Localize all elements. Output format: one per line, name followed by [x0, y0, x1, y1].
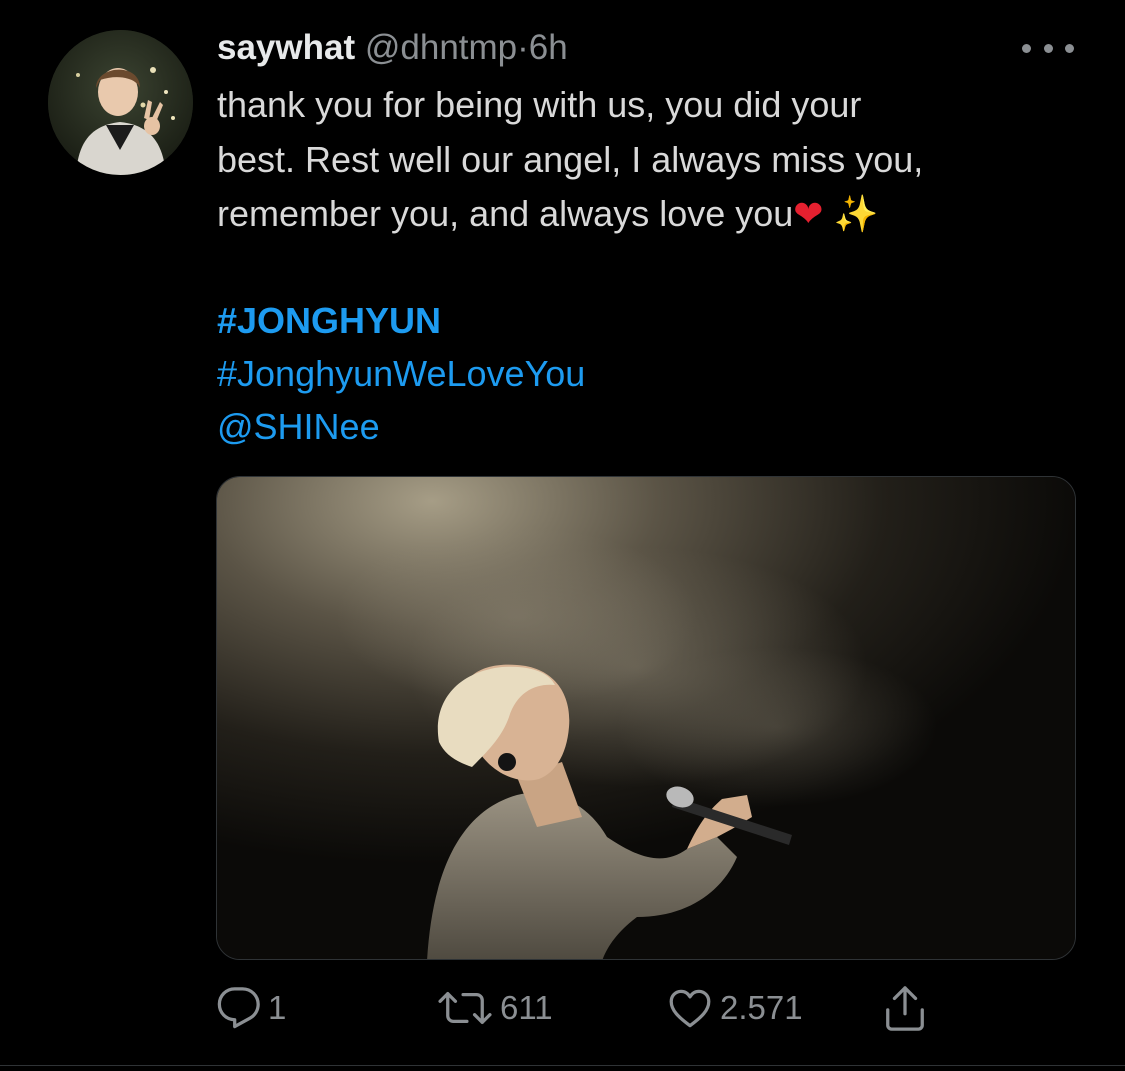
mention-shinee[interactable]: @SHINee	[217, 400, 585, 453]
heart-icon	[669, 989, 711, 1028]
reply-count: 1	[268, 989, 287, 1026]
avatar[interactable]	[48, 30, 193, 175]
share-icon	[886, 986, 924, 1031]
user-handle[interactable]: @dhntmp	[365, 28, 517, 67]
share-button[interactable]	[882, 980, 928, 1036]
tweet-text: thank you for being with us, you did you…	[217, 78, 1077, 243]
timestamp[interactable]: 6h	[529, 28, 568, 67]
tweet-divider	[0, 1065, 1125, 1066]
separator-dot: ·	[517, 28, 529, 67]
reply-button[interactable]: 1	[216, 980, 286, 1036]
concert-photo	[217, 477, 1075, 959]
retweet-button[interactable]: 611	[436, 980, 553, 1036]
sparkles-emoji: ✨	[833, 194, 879, 235]
like-button[interactable]: 2.571	[666, 980, 803, 1036]
retweet-count: 611	[500, 989, 553, 1026]
reply-icon	[217, 987, 260, 1029]
retweet-icon	[438, 991, 492, 1025]
hashtag-jonghyun[interactable]: #JONGHYUN	[217, 294, 585, 347]
tweet[interactable]: saywhat @dhntmp·6h thank you for being w…	[0, 0, 1125, 1071]
avatar-image	[48, 30, 193, 175]
tweet-actions: 1 611 2.571	[216, 980, 956, 1036]
tweet-tags: #JONGHYUN #JonghyunWeLoveYou @SHINee	[217, 294, 585, 453]
tweet-photo[interactable]	[216, 476, 1076, 960]
red-heart-emoji: ❤	[793, 194, 824, 235]
more-horizontal-icon[interactable]	[1022, 38, 1074, 58]
tweet-header: saywhat @dhntmp·6h	[217, 26, 568, 70]
display-name[interactable]: saywhat	[217, 28, 355, 67]
like-count: 2.571	[720, 989, 803, 1026]
hashtag-jonghyunweloveyou[interactable]: #JonghyunWeLoveYou	[217, 347, 585, 400]
